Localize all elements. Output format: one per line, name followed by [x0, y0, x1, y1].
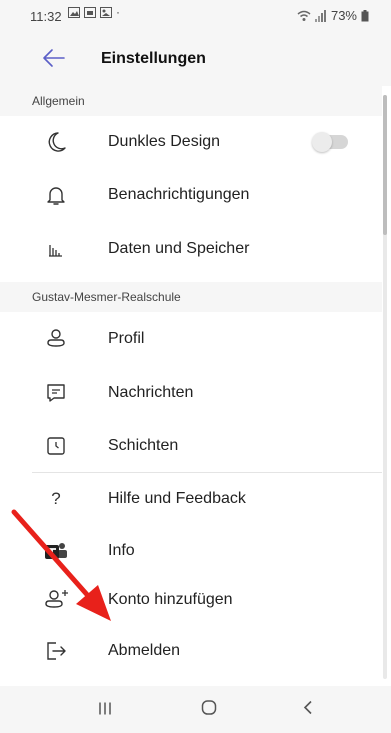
setting-label: Abmelden — [108, 641, 181, 659]
setting-label: Daten und Speicher — [108, 240, 250, 257]
setting-label: Konto hinzufügen — [108, 591, 233, 608]
section-header-allgemein: Allgemein — [0, 86, 382, 116]
setting-label: Dunkles Design — [108, 133, 221, 150]
setting-label: Nachrichten — [108, 384, 194, 401]
image-icon — [100, 7, 112, 18]
setting-label: Benachrichtigungen — [108, 186, 250, 203]
question-icon: ? — [51, 489, 61, 508]
battery-percent: 73% — [330, 8, 357, 23]
battery-icon — [361, 9, 369, 21]
sign-out-icon — [44, 639, 68, 663]
setting-help-feedback[interactable]: ? Hilfe und Feedback — [0, 473, 382, 525]
bell-icon — [44, 183, 68, 207]
notification-icons: · — [68, 5, 120, 19]
setting-notifications[interactable]: Benachrichtigungen — [0, 168, 382, 222]
recent-apps-button[interactable] — [98, 699, 112, 720]
moon-icon — [44, 130, 68, 154]
dot-icon: · — [116, 5, 120, 19]
setting-label: Profil — [108, 330, 145, 347]
setting-label: Schichten — [108, 437, 179, 454]
recent-apps-icon — [99, 702, 111, 714]
app-bar: Einstellungen — [0, 32, 391, 86]
section-header-school: Gustav-Mesmer-Realschule — [0, 282, 382, 312]
setting-add-account[interactable]: Konto hinzufügen — [0, 577, 382, 623]
setting-data-storage[interactable]: Daten und Speicher — [0, 222, 382, 276]
dark-theme-toggle[interactable] — [312, 132, 348, 152]
home-icon — [201, 699, 217, 715]
message-icon — [44, 381, 68, 405]
setting-shifts[interactable]: Schichten — [0, 420, 382, 472]
arrow-left-icon — [43, 49, 65, 67]
home-button[interactable] — [201, 699, 217, 720]
settings-list: Allgemein Dunkles Design Benachrichtigun… — [0, 86, 382, 678]
scrollbar-thumb[interactable] — [383, 95, 387, 235]
system-nav-bar — [0, 686, 391, 733]
status-bar: 11:32 · 73% — [0, 0, 391, 32]
gallery-icon — [68, 7, 80, 18]
wifi-icon — [297, 10, 311, 21]
chevron-left-icon — [303, 700, 312, 714]
back-nav-button[interactable] — [302, 699, 314, 720]
setting-dark-theme[interactable]: Dunkles Design — [0, 116, 382, 168]
bar-chart-icon — [44, 237, 68, 261]
add-account-icon — [44, 588, 68, 612]
teams-logo-icon — [44, 539, 68, 563]
page-title: Einstellungen — [101, 50, 206, 67]
person-icon — [44, 327, 68, 351]
toggle-knob — [312, 132, 332, 152]
setting-label: Info — [108, 542, 135, 559]
setting-info[interactable]: Info — [0, 525, 382, 577]
clock-icon — [44, 434, 68, 458]
signal-icon — [314, 9, 326, 22]
status-time: 11:32 — [30, 9, 62, 24]
setting-sign-out[interactable]: Abmelden — [0, 623, 382, 678]
cast-icon — [84, 7, 96, 18]
setting-label: Hilfe und Feedback — [108, 490, 246, 507]
setting-messages[interactable]: Nachrichten — [0, 366, 382, 420]
setting-profile[interactable]: Profil — [0, 312, 382, 366]
back-button[interactable] — [42, 46, 66, 75]
status-right: 73% — [297, 8, 369, 23]
